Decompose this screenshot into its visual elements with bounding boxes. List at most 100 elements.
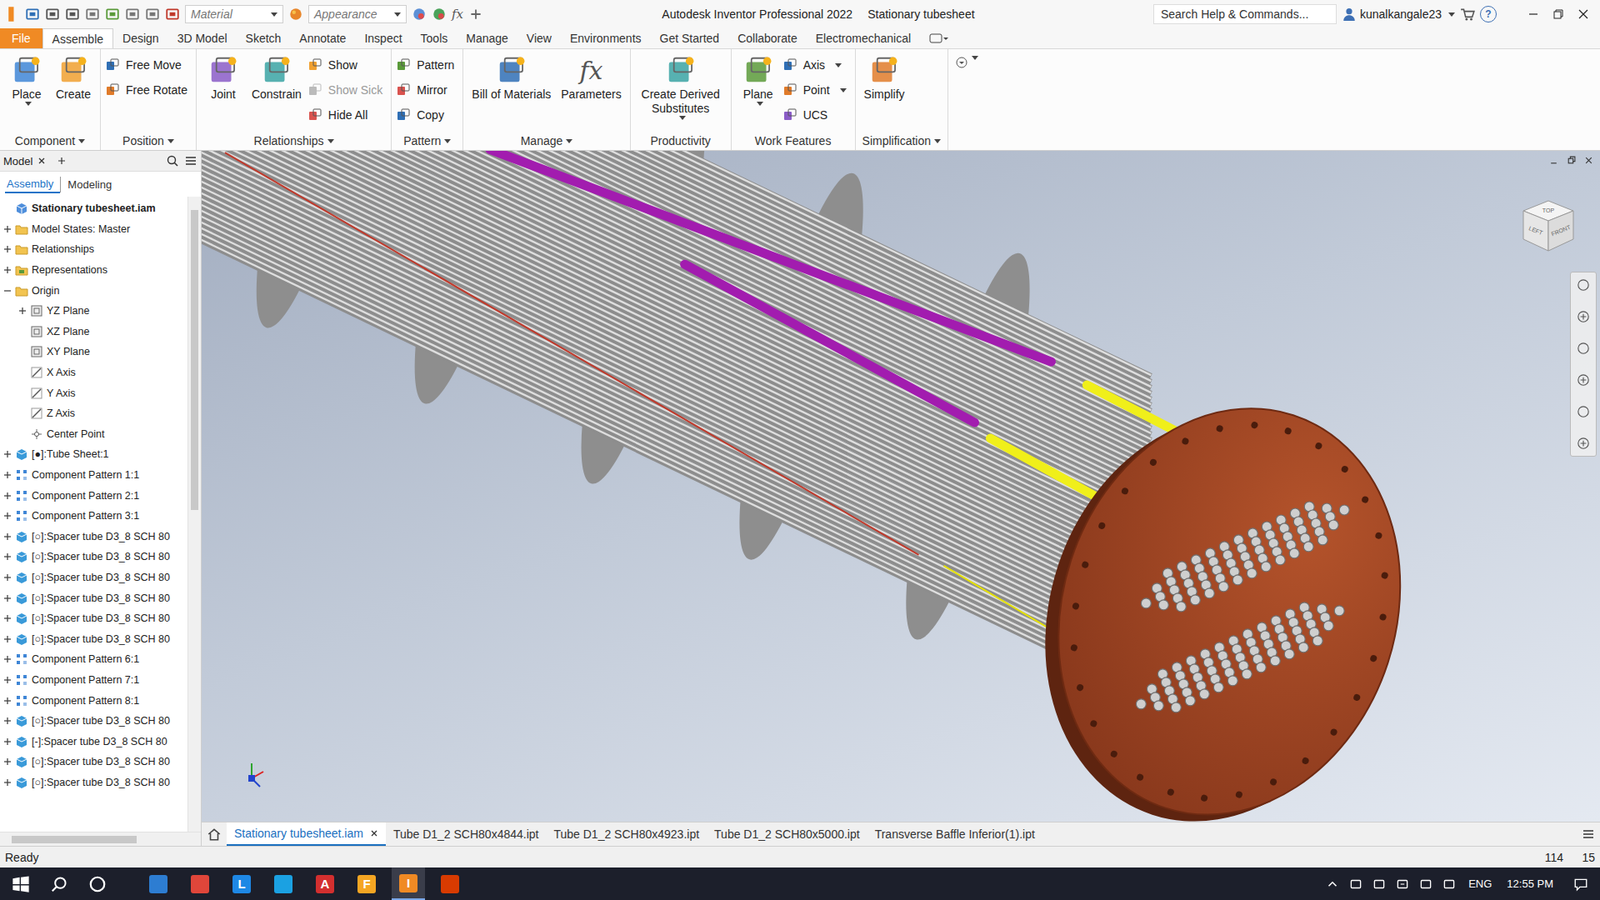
tree-row[interactable]: [-]:Spacer tube D3_8 SCH 80 bbox=[0, 730, 188, 752]
quick-access-icon[interactable] bbox=[85, 6, 100, 22]
tree-row[interactable]: [○]:Spacer tube D3_8 SCH 80 bbox=[0, 751, 188, 773]
browser-subtab[interactable]: Modeling bbox=[60, 176, 119, 193]
tree-row[interactable]: XY Plane bbox=[0, 341, 188, 363]
ribbon-tab[interactable]: Get Started bbox=[650, 28, 730, 49]
ribbon-tab[interactable]: Sketch bbox=[236, 28, 291, 49]
expand-icon[interactable] bbox=[3, 757, 12, 766]
taskbar-app[interactable]: A bbox=[308, 867, 342, 900]
browser-tab[interactable]: Model bbox=[3, 155, 33, 168]
tree-row[interactable]: [○]:Spacer tube D3_8 SCH 80 bbox=[0, 567, 188, 589]
ribbon-large-button[interactable]: Place bbox=[5, 52, 49, 108]
ribbon-tab[interactable]: Design bbox=[113, 28, 169, 49]
tree-row[interactable]: Relationships bbox=[0, 239, 188, 260]
clear-appearance-icon[interactable] bbox=[431, 6, 447, 22]
cortana-icon[interactable] bbox=[88, 875, 107, 894]
tree-row[interactable]: Component Pattern 8:1 bbox=[0, 690, 188, 711]
help-search-box[interactable]: Search Help & Commands... bbox=[1153, 4, 1337, 25]
tree-row[interactable]: Component Pattern 7:1 bbox=[0, 670, 188, 691]
quick-access-icon[interactable] bbox=[25, 6, 40, 22]
quick-access-icon[interactable] bbox=[65, 6, 80, 22]
document-tab[interactable]: Stationary tubesheet.iam bbox=[226, 822, 386, 846]
tree-row[interactable]: [○]:Spacer tube D3_8 SCH 80 bbox=[0, 628, 188, 650]
close-tab-icon[interactable] bbox=[370, 829, 379, 838]
restore-icon[interactable] bbox=[1551, 7, 1565, 21]
restore-view-icon[interactable] bbox=[1566, 155, 1576, 165]
tree-row[interactable]: [○]:Spacer tube D3_8 SCH 80 bbox=[0, 710, 188, 732]
horizontal-scrollbar[interactable] bbox=[0, 831, 201, 846]
expand-icon[interactable] bbox=[3, 655, 12, 664]
material-dropdown[interactable]: Material bbox=[185, 5, 284, 24]
expand-icon[interactable] bbox=[3, 450, 12, 459]
search-icon[interactable] bbox=[165, 154, 180, 168]
tree-row[interactable]: XZ Plane bbox=[0, 321, 188, 343]
ribbon-large-button[interactable]: fx Parameters bbox=[557, 52, 625, 104]
ribbon-extra[interactable] bbox=[948, 49, 985, 150]
view-cube[interactable]: TOPLEFTFRONT bbox=[1515, 192, 1582, 260]
vertical-scrollbar[interactable] bbox=[187, 196, 201, 832]
tree-row[interactable]: Stationary tubesheet.iam bbox=[0, 198, 188, 220]
collapse-icon[interactable] bbox=[3, 286, 12, 295]
document-tab[interactable]: Tube D1_2 SCH80x4844.ipt bbox=[385, 822, 547, 846]
tree-row[interactable]: [○]:Spacer tube D3_8 SCH 80 bbox=[0, 772, 188, 794]
tray-icon[interactable] bbox=[1395, 876, 1410, 892]
tree-row[interactable]: YZ Plane bbox=[0, 300, 188, 322]
help-button[interactable]: ? bbox=[1480, 5, 1497, 23]
ribbon-large-button[interactable]: Create bbox=[51, 52, 95, 104]
ribbon-tab[interactable]: 3D Model bbox=[168, 28, 237, 49]
browser-subtab[interactable]: Assembly bbox=[5, 175, 60, 194]
ribbon-small-button[interactable]: Show bbox=[308, 54, 386, 76]
home-icon[interactable] bbox=[206, 826, 222, 842]
tray-chevron-icon[interactable] bbox=[1325, 876, 1340, 892]
expand-icon[interactable] bbox=[3, 716, 12, 725]
tree-row[interactable]: Component Pattern 2:1 bbox=[0, 485, 188, 506]
ribbon-large-button[interactable]: Bill of Materials bbox=[468, 52, 555, 104]
tree-row[interactable]: Component Pattern 1:1 bbox=[0, 465, 188, 486]
minimize-view-icon[interactable] bbox=[1549, 155, 1559, 165]
ribbon-small-button[interactable]: Copy bbox=[396, 104, 458, 126]
tree-row[interactable]: Y Axis bbox=[0, 382, 188, 404]
ribbon-tab[interactable]: Annotate bbox=[290, 28, 355, 49]
taskbar-app[interactable]: F bbox=[350, 867, 384, 900]
ribbon-small-button[interactable]: Free Rotate bbox=[105, 79, 191, 101]
ribbon-small-button[interactable]: Pattern bbox=[396, 54, 458, 76]
expand-icon[interactable] bbox=[18, 306, 27, 315]
tray-icon[interactable] bbox=[1418, 876, 1434, 892]
panel-label[interactable]: Simplification bbox=[855, 131, 948, 150]
navigation-tool-icon[interactable] bbox=[1575, 435, 1591, 451]
expand-icon[interactable] bbox=[3, 737, 12, 746]
ribbon-large-button[interactable]: Constrain bbox=[248, 52, 305, 104]
tray-icon[interactable] bbox=[1441, 876, 1457, 892]
ribbon-tab[interactable]: File bbox=[0, 28, 43, 49]
expand-icon[interactable] bbox=[3, 265, 12, 275]
taskbar-app[interactable] bbox=[183, 867, 217, 900]
quick-access-icon[interactable] bbox=[105, 6, 120, 22]
close-view-icon[interactable] bbox=[1584, 155, 1594, 165]
menu-icon[interactable] bbox=[184, 154, 198, 168]
panel-label[interactable]: Component bbox=[0, 131, 100, 150]
user-account[interactable]: kunalkangale23 bbox=[1341, 6, 1455, 22]
panel-label[interactable]: Position bbox=[100, 131, 196, 150]
expand-icon[interactable] bbox=[3, 532, 12, 541]
ribbon-tab[interactable]: Tools bbox=[411, 28, 458, 49]
tab-menu-icon[interactable] bbox=[1581, 827, 1595, 841]
tree-row[interactable]: Component Pattern 3:1 bbox=[0, 505, 188, 527]
ribbon-tab[interactable]: Assemble bbox=[42, 28, 114, 49]
ribbon-small-button[interactable]: Hide All bbox=[308, 104, 386, 126]
clock[interactable]: 12:55 PM bbox=[1503, 877, 1557, 890]
taskbar-app[interactable] bbox=[266, 867, 300, 900]
quick-access-icon[interactable] bbox=[145, 6, 160, 22]
tray-icon[interactable] bbox=[1348, 876, 1364, 892]
tree-row[interactable]: [○]:Spacer tube D3_8 SCH 80 bbox=[0, 526, 188, 548]
ribbon-tab[interactable]: Collaborate bbox=[728, 28, 807, 49]
ribbon-large-button[interactable]: Create Derived Substitutes bbox=[635, 52, 726, 122]
quick-access-icon[interactable] bbox=[45, 6, 60, 22]
ribbon-tab[interactable]: Environments bbox=[560, 28, 651, 49]
panel-label[interactable]: Pattern bbox=[391, 131, 463, 150]
appearance-dropdown[interactable]: Appearance bbox=[308, 5, 407, 24]
expand-icon[interactable] bbox=[3, 594, 12, 603]
quick-access-icon[interactable] bbox=[165, 6, 180, 22]
expand-icon[interactable] bbox=[3, 552, 12, 561]
ribbon-small-button[interactable]: Show Sick bbox=[308, 79, 386, 101]
quick-access-icon[interactable] bbox=[125, 6, 140, 22]
expand-icon[interactable] bbox=[3, 614, 12, 623]
